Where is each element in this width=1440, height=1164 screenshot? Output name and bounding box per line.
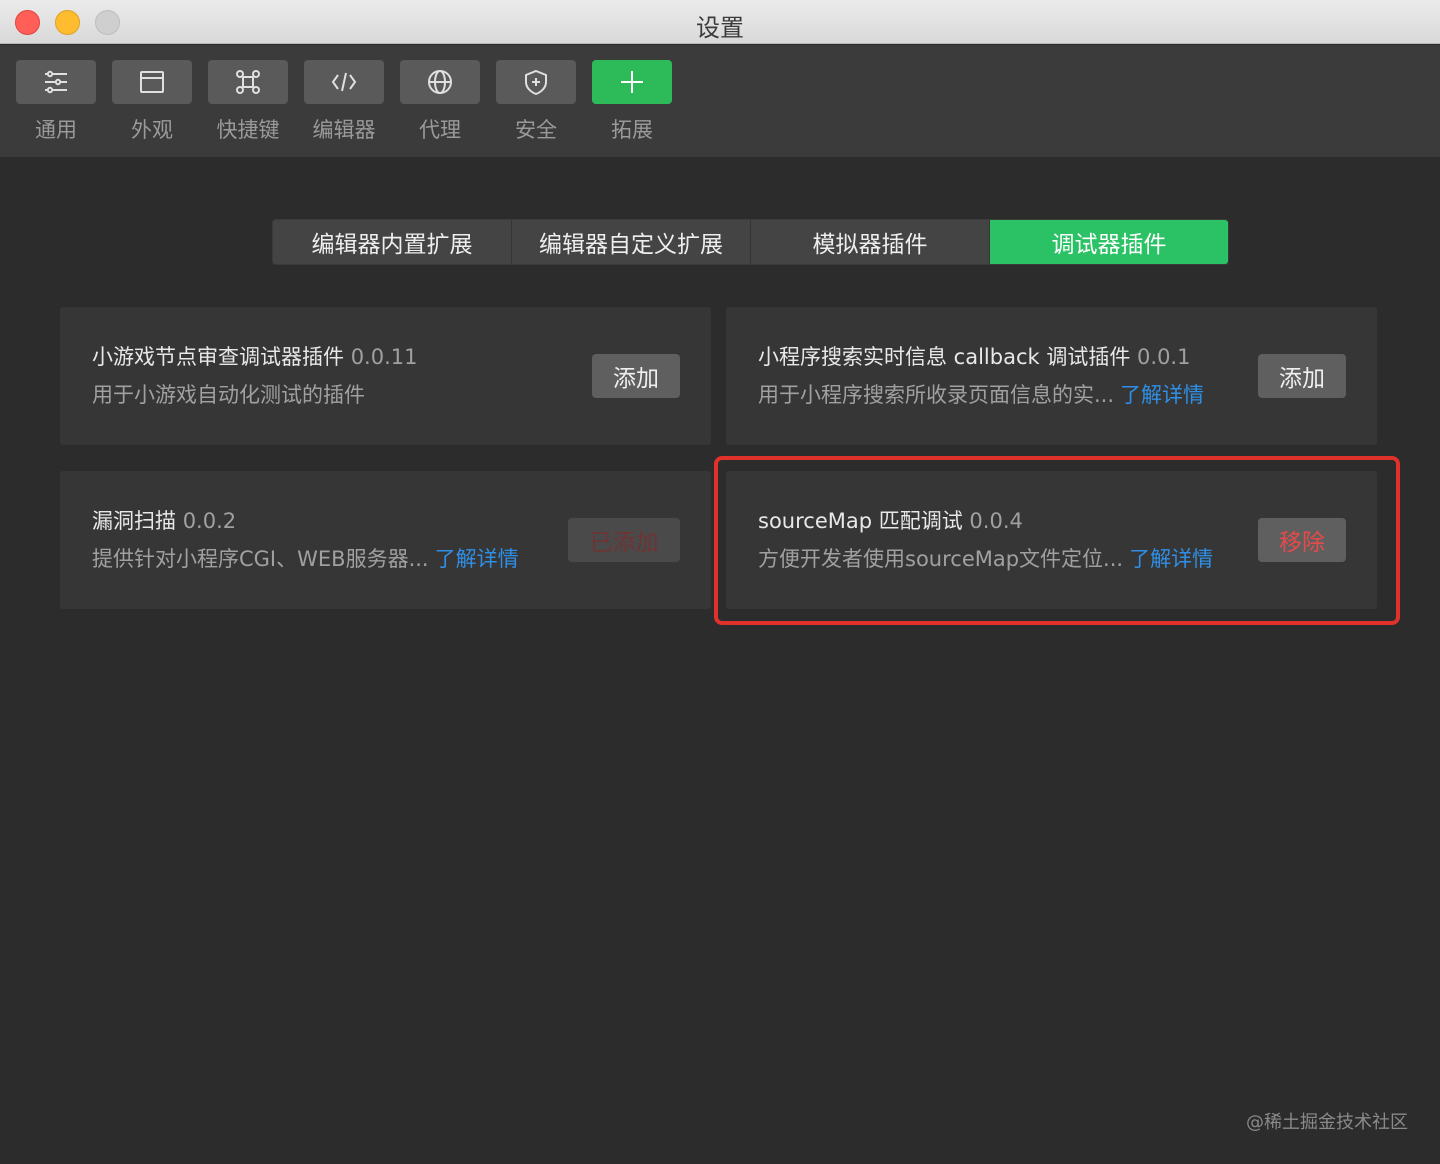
sliders-icon [16, 60, 96, 104]
settings-toolbar: 通用 外观 快捷键 编辑器 代理 安全 拓展 [0, 45, 1440, 157]
plugin-card: 小游戏节点审查调试器插件 0.0.11 用于小游戏自动化测试的插件 添加 [60, 307, 711, 445]
plugin-description-text: 用于小程序搜索所收录页面信息的实... [758, 383, 1115, 407]
toolbar-item-general[interactable]: 通用 [16, 60, 96, 144]
toolbar-label: 外观 [131, 118, 173, 142]
toolbar-label: 快捷键 [216, 118, 280, 142]
tab-simulator-plugins[interactable]: 模拟器插件 [751, 220, 990, 264]
toolbar-item-proxy[interactable]: 代理 [400, 60, 480, 144]
plugin-version: 0.0.11 [350, 345, 418, 369]
extension-tabs: 编辑器内置扩展 编辑器自定义扩展 模拟器插件 调试器插件 [272, 219, 1229, 265]
tab-debugger-plugins[interactable]: 调试器插件 [990, 220, 1228, 264]
learn-more-link[interactable]: 了解详情 [1120, 383, 1204, 407]
plugin-title: 小程序搜索实时信息 callback 调试插件 [758, 345, 1131, 369]
globe-icon [400, 60, 480, 104]
tab-editor-builtin[interactable]: 编辑器内置扩展 [273, 220, 512, 264]
toolbar-label: 编辑器 [312, 118, 376, 142]
window-title: 设置 [696, 14, 744, 42]
toolbar-label: 通用 [35, 118, 77, 142]
plugin-name: 小游戏节点审查调试器插件 0.0.11 [92, 341, 417, 371]
plugin-card: 漏洞扫描 0.0.2 提供针对小程序CGI、WEB服务器... 了解详情 已添加 [60, 471, 711, 609]
plugin-title: 漏洞扫描 [92, 509, 176, 533]
learn-more-link[interactable]: 了解详情 [435, 547, 519, 571]
toolbar-item-security[interactable]: 安全 [496, 60, 576, 144]
plugin-description-text: 提供针对小程序CGI、WEB服务器... [92, 547, 429, 571]
highlight-annotation [714, 456, 1400, 625]
toolbar-item-appearance[interactable]: 外观 [112, 60, 192, 144]
window-icon [112, 60, 192, 104]
plugin-name: 漏洞扫描 0.0.2 [92, 505, 236, 535]
add-plugin-button[interactable]: 添加 [1258, 354, 1346, 398]
plugin-description: 提供针对小程序CGI、WEB服务器... 了解详情 [92, 543, 519, 573]
toolbar-label: 安全 [515, 118, 557, 142]
title-bar: 设置 [0, 0, 1440, 44]
code-icon [304, 60, 384, 104]
plugin-name: 小程序搜索实时信息 callback 调试插件 0.0.1 [758, 341, 1190, 371]
toolbar-label: 代理 [419, 118, 461, 142]
added-plugin-button: 已添加 [568, 518, 680, 562]
plugin-description: 用于小程序搜索所收录页面信息的实... 了解详情 [758, 379, 1204, 409]
toolbar-item-editor[interactable]: 编辑器 [304, 60, 384, 144]
plugin-version: 0.0.2 [182, 509, 237, 533]
plugin-card: 小程序搜索实时信息 callback 调试插件 0.0.1 用于小程序搜索所收录… [726, 307, 1377, 445]
plus-icon [592, 60, 672, 104]
add-plugin-button[interactable]: 添加 [592, 354, 680, 398]
toolbar-item-extensions[interactable]: 拓展 [592, 60, 672, 144]
plugin-version: 0.0.1 [1137, 345, 1191, 369]
toolbar-item-shortcuts[interactable]: 快捷键 [208, 60, 288, 144]
shield-icon [496, 60, 576, 104]
watermark: @稀土掘金技术社区 [1246, 1112, 1408, 1133]
tab-editor-custom[interactable]: 编辑器自定义扩展 [512, 220, 751, 264]
toolbar-label: 拓展 [611, 118, 653, 142]
plugin-description: 用于小游戏自动化测试的插件 [92, 379, 365, 409]
plugin-description-text: 用于小游戏自动化测试的插件 [92, 383, 365, 407]
plugin-title: 小游戏节点审查调试器插件 [92, 345, 344, 369]
command-icon [208, 60, 288, 104]
